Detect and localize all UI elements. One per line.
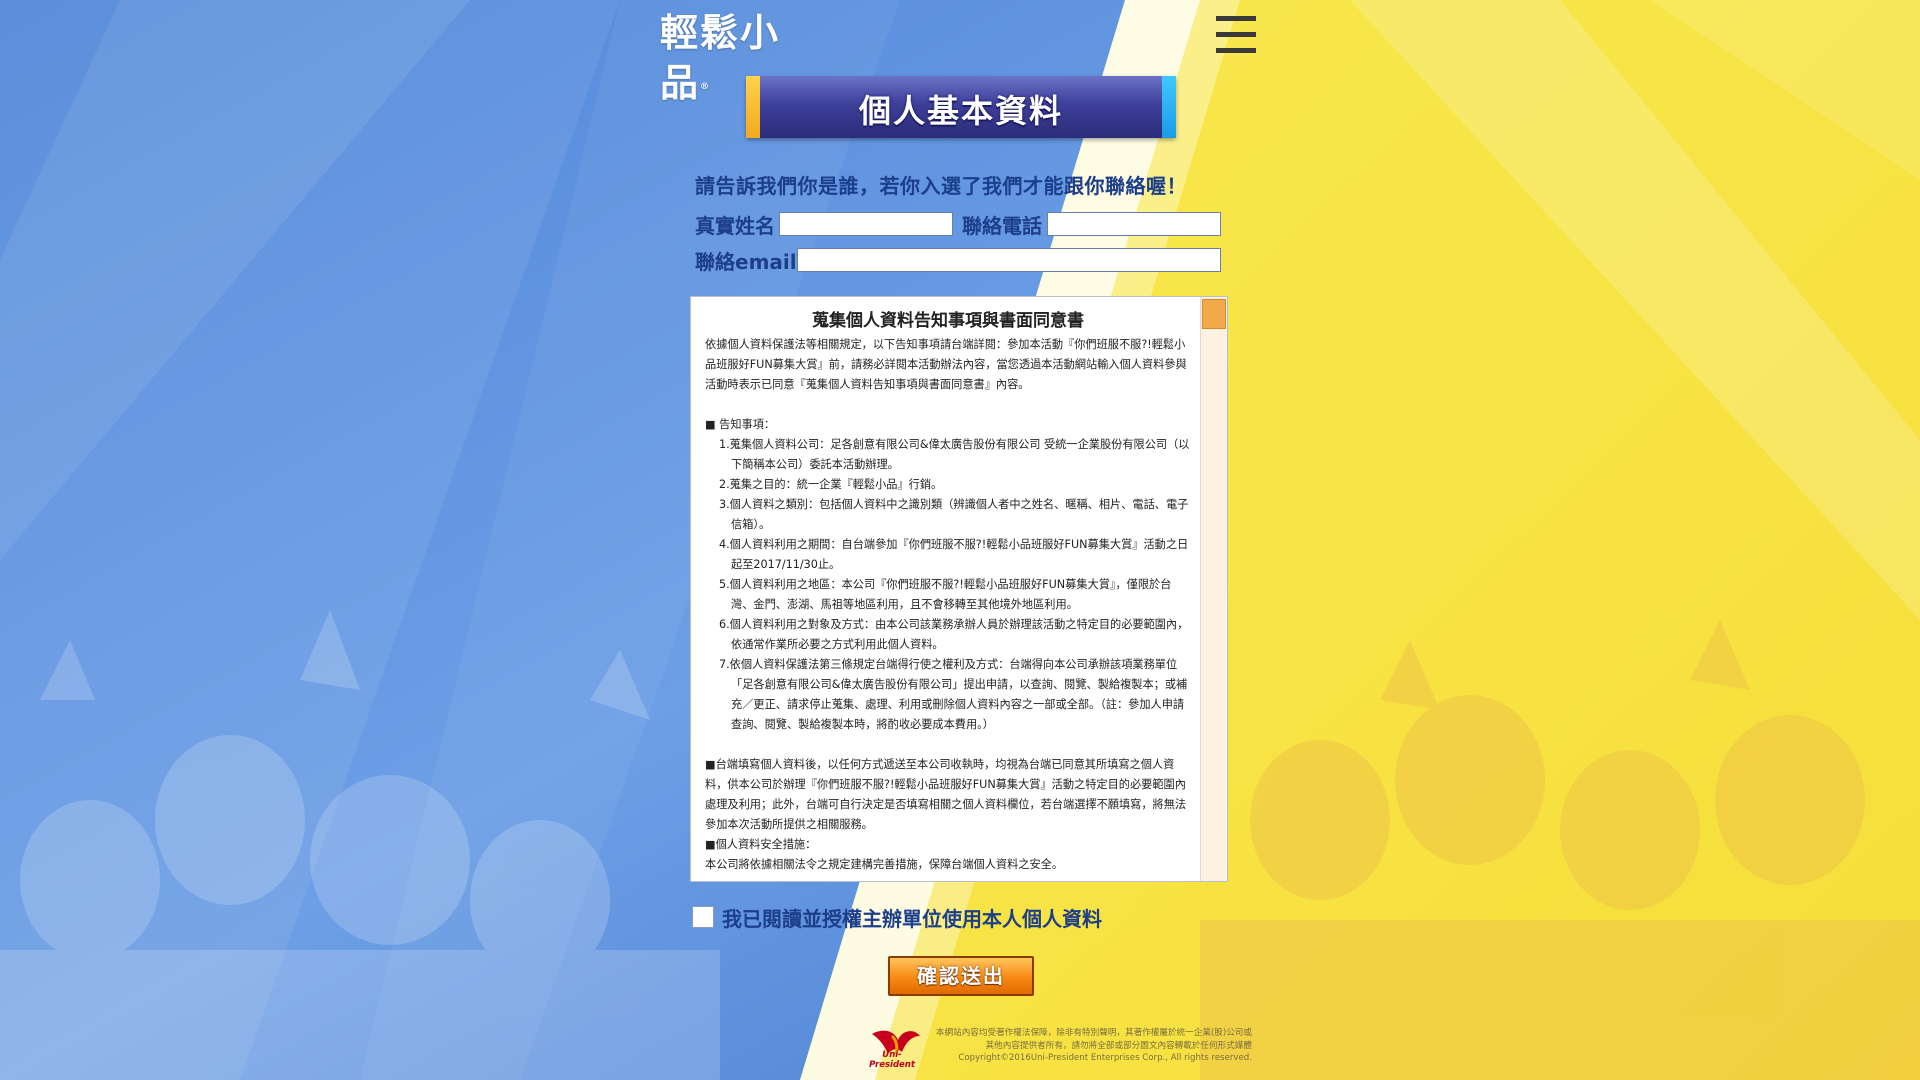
agreement-text: 蒐集個人資料告知事項與書面同意書 依據個人資料保護法等相關規定，以下告知事項請台… [705, 309, 1191, 875]
agreement-scrollbar[interactable] [1200, 297, 1227, 881]
security-text: 本公司將依據相關法令之規定建構完善措施，保障台端個人資料之安全。 [705, 858, 1064, 871]
page: 輕鬆小品® 個人基本資料 請告訴我們你是誰，若你入選了我們才能跟你聯絡喔！ 真實… [0, 0, 1920, 1080]
copyright-notice: 本網站內容均受著作權法保障，除非有特別聲明，其著作權屬於統一企業(股)公司或 其… [892, 1027, 1252, 1065]
consent-checkbox[interactable] [692, 906, 714, 928]
security-heading: ■個人資料安全措施： [705, 838, 817, 851]
notice-item: 3.個人資料之類別：包括個人資料中之識別類（辨識個人者中之姓名、暱稱、相片、電話… [719, 498, 1189, 531]
brand-logo[interactable]: 輕鬆小品® [660, 8, 800, 105]
page-title: 個人基本資料 [858, 92, 1063, 130]
privacy-agreement-panel[interactable]: 蒐集個人資料告知事項與書面同意書 依據個人資料保護法等相關規定，以下告知事項請台… [690, 296, 1228, 882]
scrollbar-thumb[interactable] [1202, 299, 1226, 329]
submit-button[interactable]: 確認送出 [888, 956, 1034, 996]
notice-item: 5.個人資料利用之地區：本公司『你們班服不服?!輕鬆小品班服好FUN募集大賞』，… [719, 578, 1172, 611]
form-prompt: 請告訴我們你是誰，若你入選了我們才能跟你聯絡喔！ [695, 174, 1187, 198]
name-label: 真實姓名 [695, 214, 775, 238]
notice-item: 7.依個人資料保護法第三條規定台端得行使之權利及方式：台端得向本公司承辦該項業務… [719, 658, 1188, 731]
consent-label[interactable]: 我已閱讀並授權主辦單位使用本人個人資料 [722, 903, 1102, 932]
consent-paragraph: ■台端填寫個人資料後，以任何方式遞送至本公司收執時，均視為台端已同意其所填寫之個… [705, 758, 1187, 831]
phone-label: 聯絡電話 [962, 214, 1042, 238]
name-input[interactable] [779, 212, 953, 236]
notice-heading: ■ 告知事項： [705, 418, 776, 431]
email-input[interactable] [797, 248, 1221, 272]
registered-mark: ® [700, 82, 712, 92]
hamburger-menu-icon[interactable] [1216, 16, 1256, 54]
notice-item: 1.蒐集個人資料公司：足各創意有限公司&偉太廣告股份有限公司 受統一企業股份有限… [719, 438, 1190, 471]
agreement-intro: 依據個人資料保護法等相關規定，以下告知事項請台端詳閱：參加本活動『你們班服不服?… [705, 338, 1187, 391]
notice-item: 2.蒐集之目的：統一企業『輕鬆小品』行銷。 [719, 478, 943, 491]
email-label: 聯絡email [695, 250, 797, 274]
copyright-line-2: 其他內容提供者所有，請勿將全部或部分圖文內容轉載於任何形式媒體 [985, 1040, 1252, 1051]
copyright-line-3: Copyright©2016Uni-President Enterprises … [958, 1053, 1252, 1063]
notice-item: 6.個人資料利用之對象及方式：由本公司該業務承辦人員於辦理該活動之特定目的必要範… [719, 618, 1189, 651]
section-banner: 個人基本資料 [746, 76, 1176, 138]
agreement-title: 蒐集個人資料告知事項與書面同意書 [812, 311, 1084, 331]
phone-input[interactable] [1047, 212, 1221, 236]
copyright-line-1: 本網站內容均受著作權法保障，除非有特別聲明，其著作權屬於統一企業(股)公司或 [935, 1028, 1252, 1038]
notice-item: 4.個人資料利用之期間：自台端參加『你們班服不服?!輕鬆小品班服好FUN募集大賞… [719, 538, 1189, 571]
